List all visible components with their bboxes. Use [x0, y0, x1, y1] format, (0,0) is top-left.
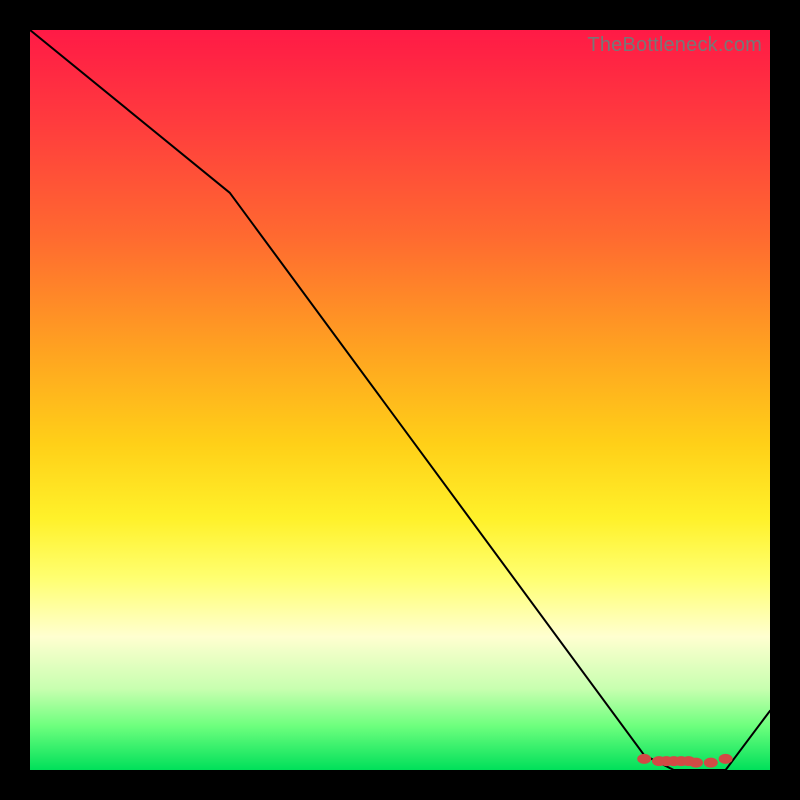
plot-area: TheBottleneck.com — [30, 30, 770, 770]
data-markers — [637, 754, 732, 768]
line-series — [30, 30, 770, 770]
data-marker — [719, 754, 733, 764]
data-line — [30, 30, 770, 770]
data-marker — [704, 758, 718, 768]
chart-frame: TheBottleneck.com — [0, 0, 800, 800]
data-marker — [637, 754, 651, 764]
data-marker — [689, 758, 703, 768]
